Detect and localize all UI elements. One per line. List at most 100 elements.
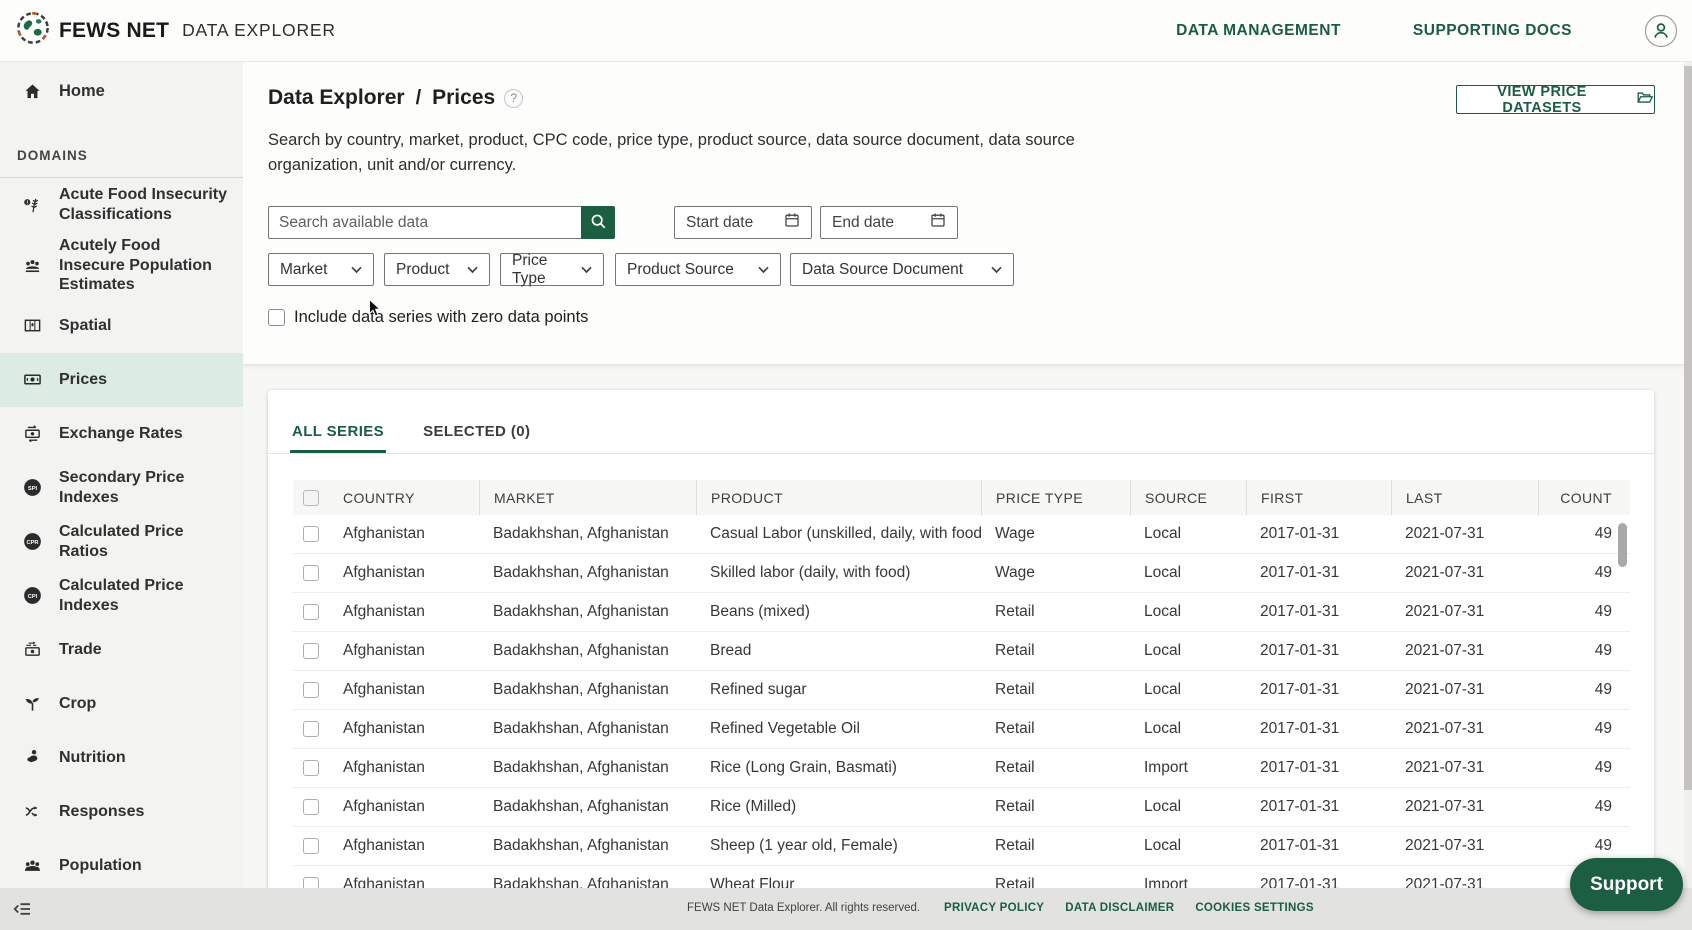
- price-type-dropdown[interactable]: Price Type: [500, 253, 604, 286]
- cell-product: Skilled labor (daily, with food): [696, 554, 981, 593]
- sidebar-item-calculated-price-indexes[interactable]: CPICalculated Price Indexes: [0, 569, 243, 623]
- market-dropdown[interactable]: Market: [268, 253, 374, 286]
- svg-text:CPR: CPR: [26, 540, 38, 546]
- sidebar-item-nutrition[interactable]: Nutrition: [0, 731, 243, 785]
- sidebar-item-exchange-rates[interactable]: Exchange Rates: [0, 407, 243, 461]
- cell-market: Badakhshan, Afghanistan: [479, 749, 696, 788]
- sidebar-item-home[interactable]: Home: [0, 62, 243, 120]
- cell-market: Badakhshan, Afghanistan: [479, 710, 696, 749]
- top-nav-data-management[interactable]: DATA MANAGEMENT: [1176, 22, 1341, 40]
- cell-country: Afghanistan: [329, 515, 479, 554]
- footer-link-cookies-settings[interactable]: COOKIES SETTINGS: [1195, 902, 1314, 914]
- column-header-market: MARKET: [479, 480, 696, 515]
- cell-last: 2021-07-31: [1391, 593, 1538, 632]
- sidebar-item-acutely-food-insecure-population-estimates[interactable]: Acutely Food Insecure Population Estimat…: [0, 232, 243, 299]
- support-button[interactable]: Support: [1570, 858, 1683, 911]
- table-row[interactable]: AfghanistanBadakhshan, AfghanistanSheep …: [293, 827, 1630, 866]
- data-source-document-dropdown[interactable]: Data Source Document: [790, 253, 1014, 286]
- table-row[interactable]: AfghanistanBadakhshan, AfghanistanRefine…: [293, 710, 1630, 749]
- row-checkbox[interactable]: [303, 838, 319, 854]
- cell-count: 49: [1538, 671, 1630, 710]
- cell-price-type: Retail: [981, 593, 1130, 632]
- row-checkbox[interactable]: [303, 721, 319, 737]
- tab-all-series[interactable]: ALL SERIES: [290, 410, 386, 453]
- cell-market: Badakhshan, Afghanistan: [479, 593, 696, 632]
- top-nav-supporting-docs[interactable]: SUPPORTING DOCS: [1413, 22, 1572, 40]
- cell-country: Afghanistan: [329, 632, 479, 671]
- start-date-field[interactable]: Start date: [674, 206, 812, 239]
- filter-dropdown-row: Market Product Price Type Product Source Dat…: [268, 253, 1014, 286]
- footer: FEWS NET Data Explorer. All rights reser…: [0, 888, 1692, 930]
- sidebar-item-calculated-price-ratios[interactable]: CPRCalculated Price Ratios: [0, 515, 243, 569]
- sidebar-item-label: Acute Food Insecurity Classifications: [59, 185, 229, 224]
- cell-price-type: Wage: [981, 515, 1130, 554]
- cell-last: 2021-07-31: [1391, 671, 1538, 710]
- series-table: COUNTRYMARKETPRODUCTPRICE TYPESOURCEFIRS…: [293, 480, 1630, 905]
- zero-data-checkbox[interactable]: [268, 309, 285, 326]
- row-checkbox[interactable]: [303, 604, 319, 620]
- cell-source: Local: [1130, 710, 1246, 749]
- cell-last: 2021-07-31: [1391, 710, 1538, 749]
- cell-first: 2017-01-31: [1246, 632, 1391, 671]
- footer-link-data-disclaimer[interactable]: DATA DISCLAIMER: [1065, 902, 1174, 914]
- sidebar-item-label: Prices: [59, 370, 107, 390]
- sidebar-item-population[interactable]: Population: [0, 839, 243, 893]
- cell-source: Local: [1130, 593, 1246, 632]
- end-date-field[interactable]: End date: [820, 206, 958, 239]
- table-row[interactable]: AfghanistanBadakhshan, AfghanistanSkille…: [293, 554, 1630, 593]
- cpi-badge-icon: CPI: [20, 586, 44, 606]
- cell-source: Local: [1130, 827, 1246, 866]
- sidebar-item-prices[interactable]: Prices: [0, 353, 243, 407]
- cell-price-type: Retail: [981, 788, 1130, 827]
- cell-product: Bread: [696, 632, 981, 671]
- sidebar-item-label: Nutrition: [59, 748, 126, 768]
- sidebar-item-spatial[interactable]: Spatial: [0, 299, 243, 353]
- row-checkbox-cell: [293, 710, 329, 749]
- cell-country: Afghanistan: [329, 788, 479, 827]
- cell-market: Badakhshan, Afghanistan: [479, 827, 696, 866]
- sidebar-item-trade[interactable]: Trade: [0, 623, 243, 677]
- cell-product: Refined Vegetable Oil: [696, 710, 981, 749]
- row-checkbox[interactable]: [303, 799, 319, 815]
- row-checkbox[interactable]: [303, 526, 319, 542]
- search-button[interactable]: [581, 206, 615, 239]
- select-all-checkbox-cell: [293, 480, 329, 515]
- sidebar-item-crop[interactable]: Crop: [0, 677, 243, 731]
- sidebar-item-responses[interactable]: Responses: [0, 785, 243, 839]
- cell-product: Rice (Long Grain, Basmati): [696, 749, 981, 788]
- search-bar: [268, 206, 615, 239]
- fews-net-logo[interactable]: FEWS NET DATA EXPLORER: [16, 11, 336, 50]
- view-price-datasets-button[interactable]: VIEW PRICE DATASETS: [1456, 85, 1655, 114]
- table-row[interactable]: AfghanistanBadakhshan, AfghanistanRice (…: [293, 749, 1630, 788]
- table-scrollbar-thumb[interactable]: [1618, 523, 1627, 567]
- product-source-dropdown[interactable]: Product Source: [615, 253, 781, 286]
- cell-country: Afghanistan: [329, 593, 479, 632]
- collapse-sidebar-icon[interactable]: [12, 898, 34, 920]
- row-checkbox[interactable]: [303, 760, 319, 776]
- question-icon[interactable]: ?: [504, 89, 523, 108]
- select-all-checkbox[interactable]: [303, 490, 319, 506]
- cell-country: Afghanistan: [329, 749, 479, 788]
- table-row[interactable]: AfghanistanBadakhshan, AfghanistanRefine…: [293, 671, 1630, 710]
- sidebar-item-acute-food-insecurity-classifications[interactable]: ! Acute Food Insecurity Classifications: [0, 178, 243, 232]
- tab-selected-0[interactable]: SELECTED (0): [421, 410, 532, 453]
- breadcrumb-root[interactable]: Data Explorer: [268, 86, 405, 110]
- cell-price-type: Retail: [981, 632, 1130, 671]
- row-checkbox-cell: [293, 749, 329, 788]
- table-row[interactable]: AfghanistanBadakhshan, AfghanistanRice (…: [293, 788, 1630, 827]
- table-row[interactable]: AfghanistanBadakhshan, AfghanistanBeans …: [293, 593, 1630, 632]
- footer-link-privacy-policy[interactable]: PRIVACY POLICY: [944, 902, 1044, 914]
- column-header-last: LAST: [1391, 480, 1538, 515]
- product-dropdown[interactable]: Product: [384, 253, 490, 286]
- wheat-alert-icon: !: [20, 195, 44, 215]
- page-scrollbar[interactable]: [1684, 62, 1692, 930]
- page-scrollbar-thumb[interactable]: [1684, 66, 1692, 790]
- row-checkbox[interactable]: [303, 682, 319, 698]
- sidebar-item-secondary-price-indexes[interactable]: SPISecondary Price Indexes: [0, 461, 243, 515]
- search-input[interactable]: [268, 206, 581, 239]
- table-row[interactable]: AfghanistanBadakhshan, AfghanistanBreadR…: [293, 632, 1630, 671]
- user-avatar-icon[interactable]: [1644, 14, 1678, 48]
- table-row[interactable]: AfghanistanBadakhshan, AfghanistanCasual…: [293, 515, 1630, 554]
- row-checkbox[interactable]: [303, 565, 319, 581]
- row-checkbox[interactable]: [303, 643, 319, 659]
